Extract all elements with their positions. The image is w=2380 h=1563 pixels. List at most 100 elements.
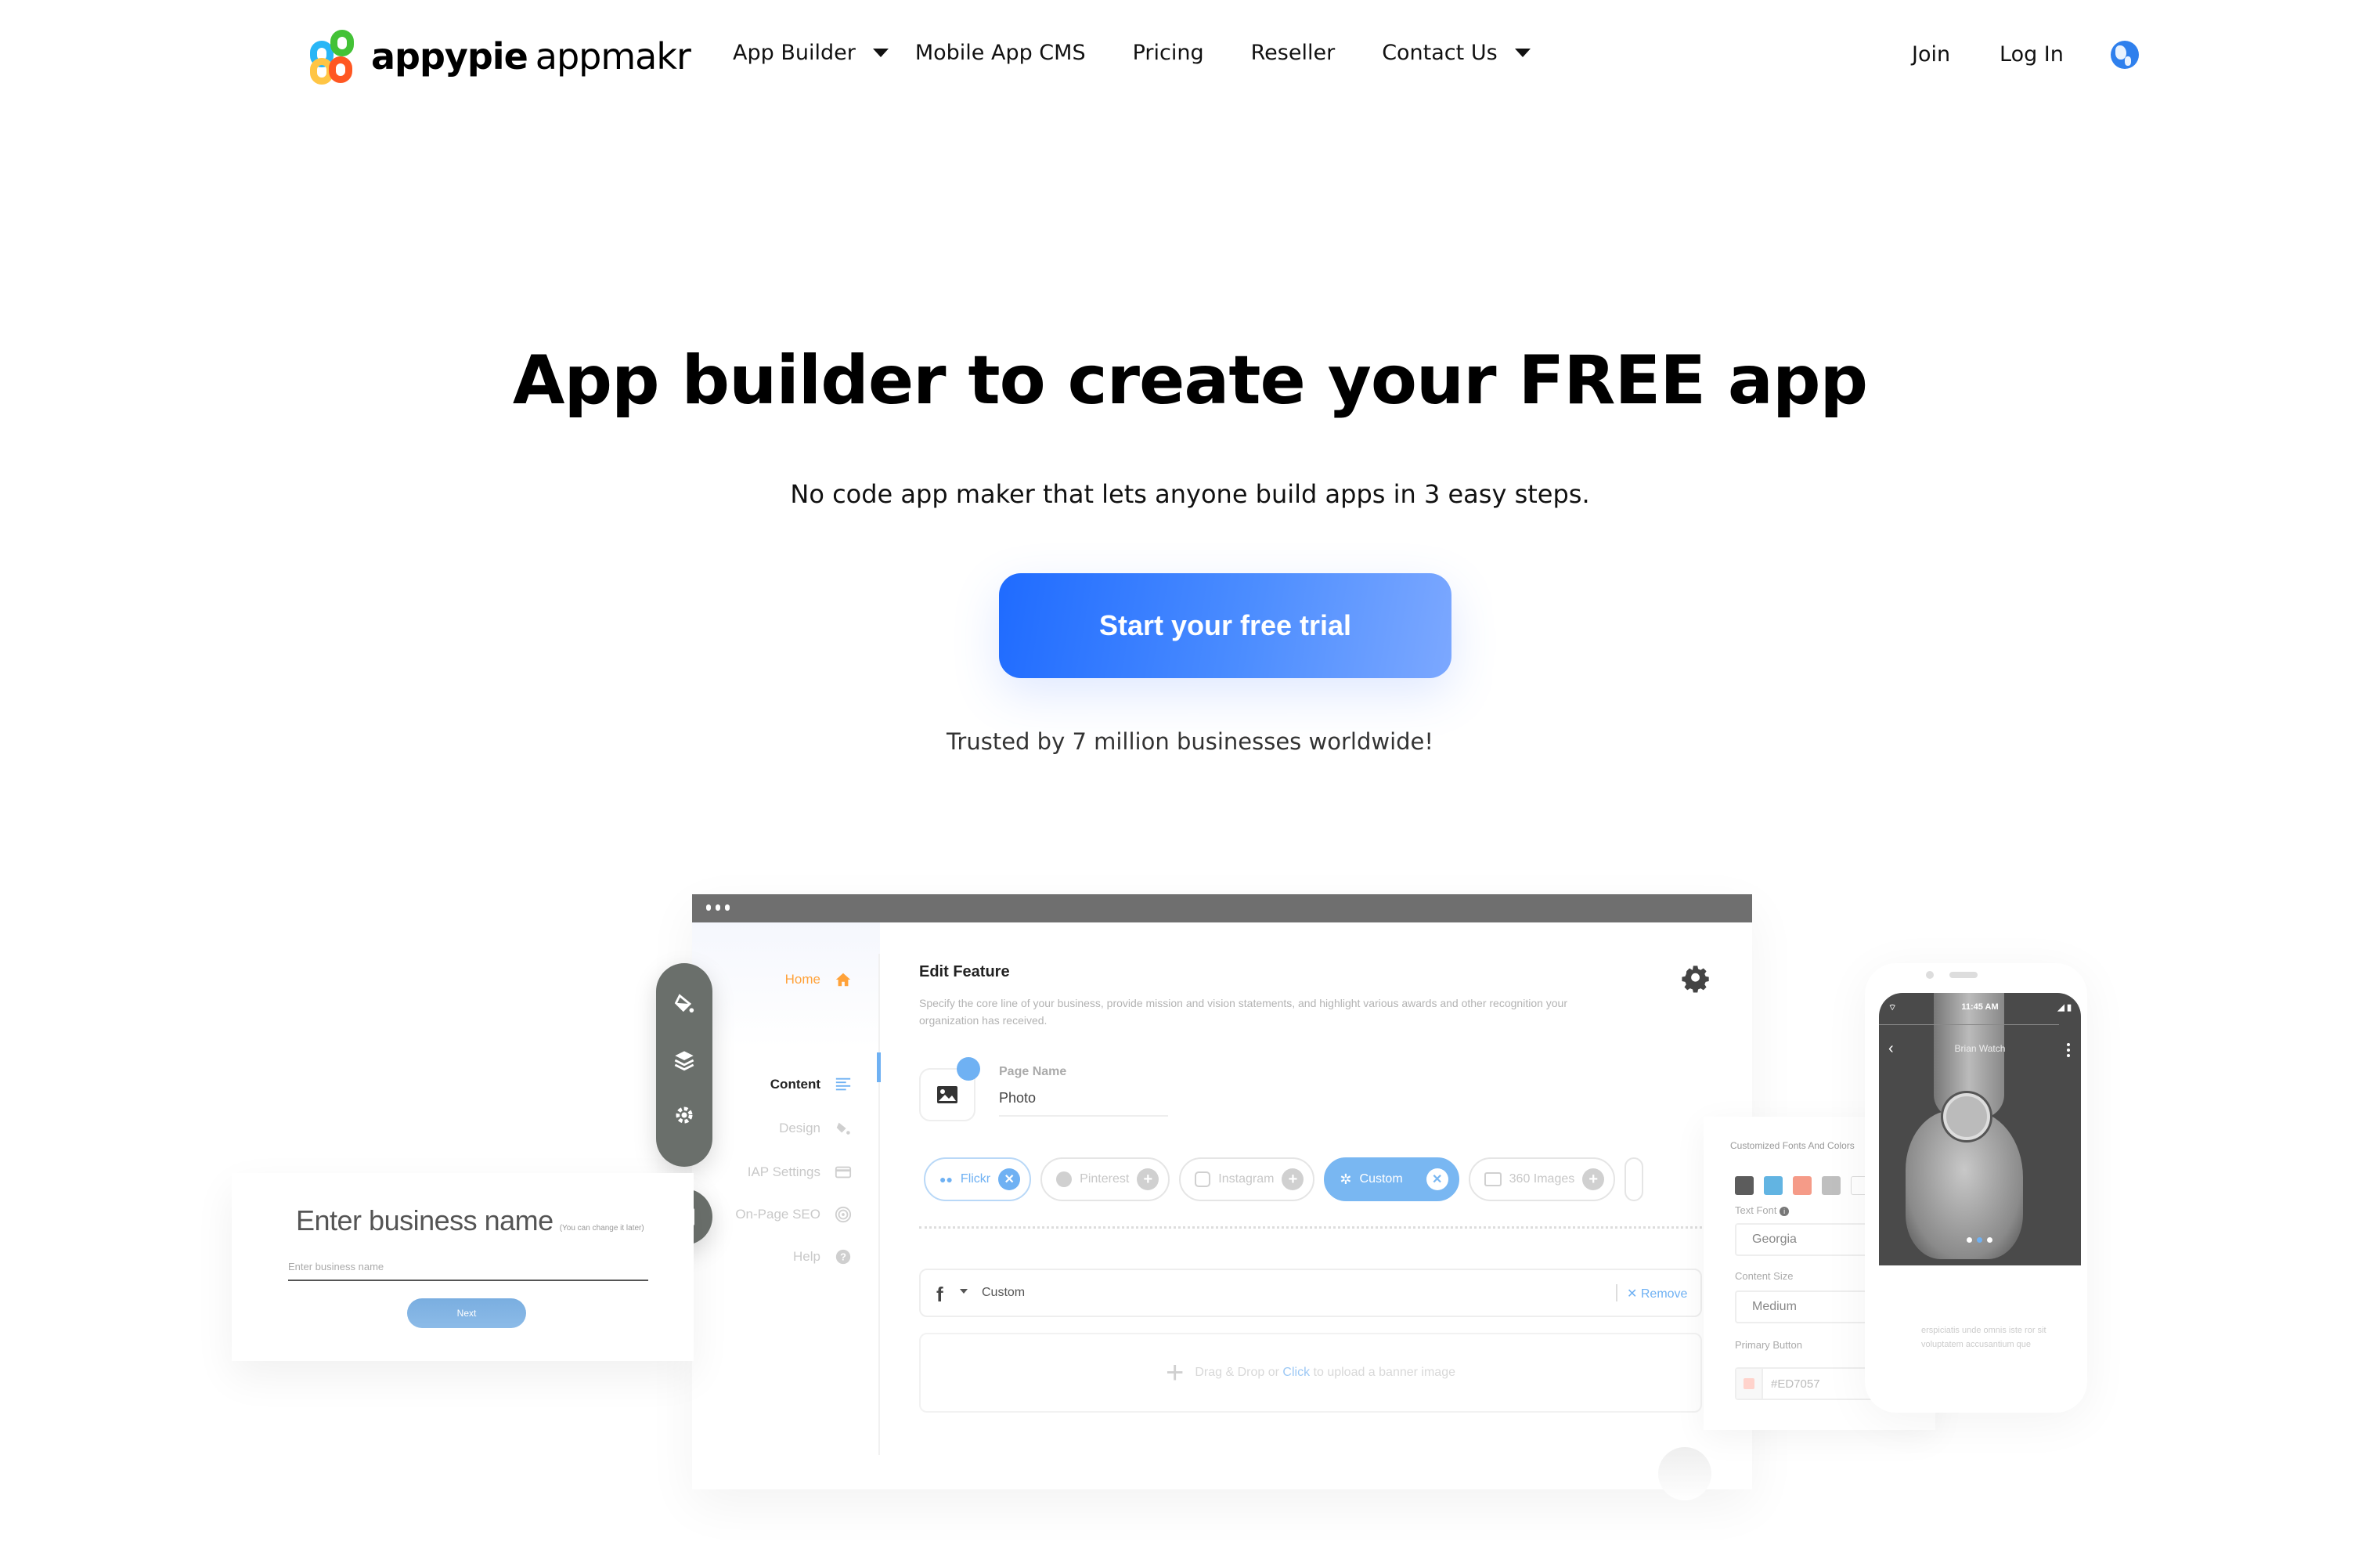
- nav-contact-us[interactable]: Contact Us: [1382, 41, 1531, 65]
- paint-bucket-icon: [836, 1122, 850, 1135]
- pager-dot[interactable]: [1977, 1237, 1982, 1243]
- sidenav-item-on-page-seo[interactable]: On-Page SEO: [735, 1206, 852, 1223]
- sidenav-item-content[interactable]: Content: [770, 1076, 852, 1093]
- customize-title: Customized Fonts And Colors: [1730, 1140, 1855, 1151]
- pager-dot[interactable]: [1987, 1237, 1992, 1243]
- top-nav: appypie appmakr App Builder Mobile App CM…: [0, 0, 2380, 110]
- add-icon[interactable]: +: [1582, 1168, 1605, 1190]
- brand-logo[interactable]: appypie appmakr: [307, 30, 691, 85]
- chip-overflow[interactable]: [1625, 1157, 1644, 1201]
- nav-reseller-label: Reseller: [1250, 41, 1336, 65]
- color-hex-value: #ED7057: [1771, 1377, 1820, 1391]
- nav-mobile-app-cms[interactable]: Mobile App CMS: [915, 41, 1086, 65]
- chip-pinterest-label: Pinterest: [1080, 1172, 1130, 1186]
- pinterest-icon: [1056, 1171, 1073, 1187]
- nav-pricing[interactable]: Pricing: [1133, 41, 1204, 65]
- chip-360-label: 360 Images: [1509, 1172, 1575, 1186]
- color-swatch[interactable]: [1735, 1176, 1754, 1195]
- remove-label: Remove: [1640, 1287, 1688, 1301]
- more-vert-icon[interactable]: [2067, 1043, 2070, 1059]
- nav-links: App Builder Mobile App CMS Pricing Resel…: [733, 41, 1578, 65]
- add-icon[interactable]: +: [1282, 1168, 1304, 1190]
- gear-icon[interactable]: [1682, 965, 1710, 993]
- business-name-hint: (You can change it later): [559, 1224, 644, 1233]
- window-titlebar: [692, 894, 1752, 922]
- chip-custom-label: Custom: [1359, 1172, 1403, 1186]
- nav-app-builder-label: App Builder: [733, 41, 856, 65]
- business-name-title: Enter business name (You can change it la…: [296, 1204, 644, 1236]
- remove-icon[interactable]: ✕: [1426, 1168, 1448, 1190]
- brand-name: appypie appmakr: [371, 35, 691, 78]
- window-dots-icon: [706, 904, 730, 911]
- flickr-icon: ●●: [939, 1173, 953, 1186]
- source-chips: ●● Flickr ✕ Pinterest + Instagram + ✲ Cu…: [924, 1157, 1644, 1201]
- page-name-label: Page Name: [999, 1065, 1067, 1078]
- wifi-icon: ⌔: [1888, 1003, 1897, 1013]
- remove-button[interactable]: ✕ Remove: [1627, 1286, 1687, 1301]
- phone-screen: ⌔ 11:45 AM ◢ ▮ ‹ Brian Watch: [1879, 993, 2081, 1265]
- phone-body-text: erspiciatis unde omnis iste ror sit volu…: [1921, 1326, 2046, 1349]
- nav-reseller[interactable]: Reseller: [1251, 41, 1336, 65]
- chevron-down-icon: [872, 49, 889, 57]
- sidenav-item-iap-settings[interactable]: IAP Settings: [748, 1164, 852, 1181]
- chip-custom[interactable]: ✲ Custom ✕: [1324, 1157, 1459, 1201]
- sidenav-item-help[interactable]: Help ?: [793, 1248, 852, 1265]
- sidenav-divider: [878, 954, 880, 1455]
- instagram-icon: [1195, 1171, 1211, 1187]
- layers-icon[interactable]: [673, 1049, 695, 1071]
- carousel-pager: [1967, 1237, 1992, 1243]
- facebook-icon[interactable]: f: [936, 1283, 943, 1307]
- join-link[interactable]: Join: [1912, 42, 1950, 67]
- paint-bucket-icon[interactable]: [673, 993, 695, 1015]
- globe-icon[interactable]: [2111, 41, 2139, 69]
- sidenav-item-home[interactable]: Home: [785, 971, 852, 988]
- nav-mobile-app-cms-label: Mobile App CMS: [914, 41, 1086, 65]
- builder-sidenav: Home Content Design IAP Settings On-Page…: [692, 922, 880, 1489]
- nav-app-builder[interactable]: App Builder: [733, 41, 889, 65]
- sidenav-active-indicator: [877, 1052, 881, 1082]
- chip-360-images[interactable]: 360 Images +: [1468, 1157, 1616, 1201]
- chip-flickr[interactable]: ●● Flickr ✕: [924, 1157, 1032, 1201]
- chip-instagram[interactable]: Instagram +: [1179, 1157, 1315, 1201]
- image-icon: [937, 1086, 957, 1103]
- pager-dot[interactable]: [1967, 1237, 1972, 1243]
- color-swatch[interactable]: [1822, 1176, 1841, 1195]
- sidenav-item-design[interactable]: Design: [779, 1120, 852, 1137]
- watch-image: [1943, 1093, 1990, 1140]
- color-swatch[interactable]: [1793, 1176, 1812, 1195]
- phone-speaker: [1926, 971, 1978, 979]
- upload-click-link[interactable]: Click: [1282, 1366, 1310, 1379]
- start-free-trial-button[interactable]: Start your free trial: [999, 573, 1451, 678]
- status-time: 11:45 AM: [1961, 1002, 1999, 1012]
- gear-icon: ✲: [1340, 1171, 1352, 1187]
- banner-upload-dropzone[interactable]: + Drag & Drop or Click to upload a banne…: [919, 1333, 1702, 1413]
- 360-image-icon: [1484, 1172, 1502, 1186]
- floating-toolbar: [656, 963, 712, 1167]
- sidenav-iap-label: IAP Settings: [747, 1164, 820, 1179]
- home-icon: [835, 973, 851, 987]
- edit-feature-title: Edit Feature: [919, 963, 1010, 980]
- add-icon[interactable]: +: [1137, 1168, 1159, 1190]
- add-fab-button[interactable]: [1658, 1447, 1711, 1500]
- login-link[interactable]: Log In: [2000, 42, 2064, 67]
- remove-icon[interactable]: ✕: [998, 1168, 1021, 1190]
- business-name-card: Enter business name (You can change it la…: [232, 1173, 694, 1361]
- next-button[interactable]: Next: [407, 1298, 526, 1328]
- chip-pinterest[interactable]: Pinterest +: [1040, 1157, 1170, 1201]
- business-name-input[interactable]: [288, 1253, 648, 1281]
- color-preview[interactable]: [1736, 1369, 1763, 1399]
- help-icon: ?: [835, 1249, 851, 1265]
- settings-gear-icon[interactable]: [673, 1104, 695, 1126]
- status-bar: ⌔ 11:45 AM ◢ ▮: [1879, 1002, 2081, 1023]
- credit-card-icon: [835, 1166, 852, 1179]
- caret-down-icon[interactable]: [960, 1289, 968, 1294]
- upload-text: Drag & Drop or Click to upload a banner …: [1195, 1366, 1455, 1379]
- color-swatch[interactable]: [1764, 1176, 1783, 1195]
- chip-flickr-label: Flickr: [960, 1172, 991, 1186]
- edit-pencil-icon[interactable]: [957, 1057, 980, 1081]
- chevron-down-icon: [1514, 49, 1531, 57]
- page-name-input[interactable]: Photo: [999, 1090, 1036, 1106]
- nav-contact-us-label: Contact Us: [1382, 41, 1498, 65]
- svg-text:?: ?: [840, 1251, 846, 1263]
- builder-mockup-window: Home Content Design IAP Settings On-Page…: [692, 894, 1752, 1500]
